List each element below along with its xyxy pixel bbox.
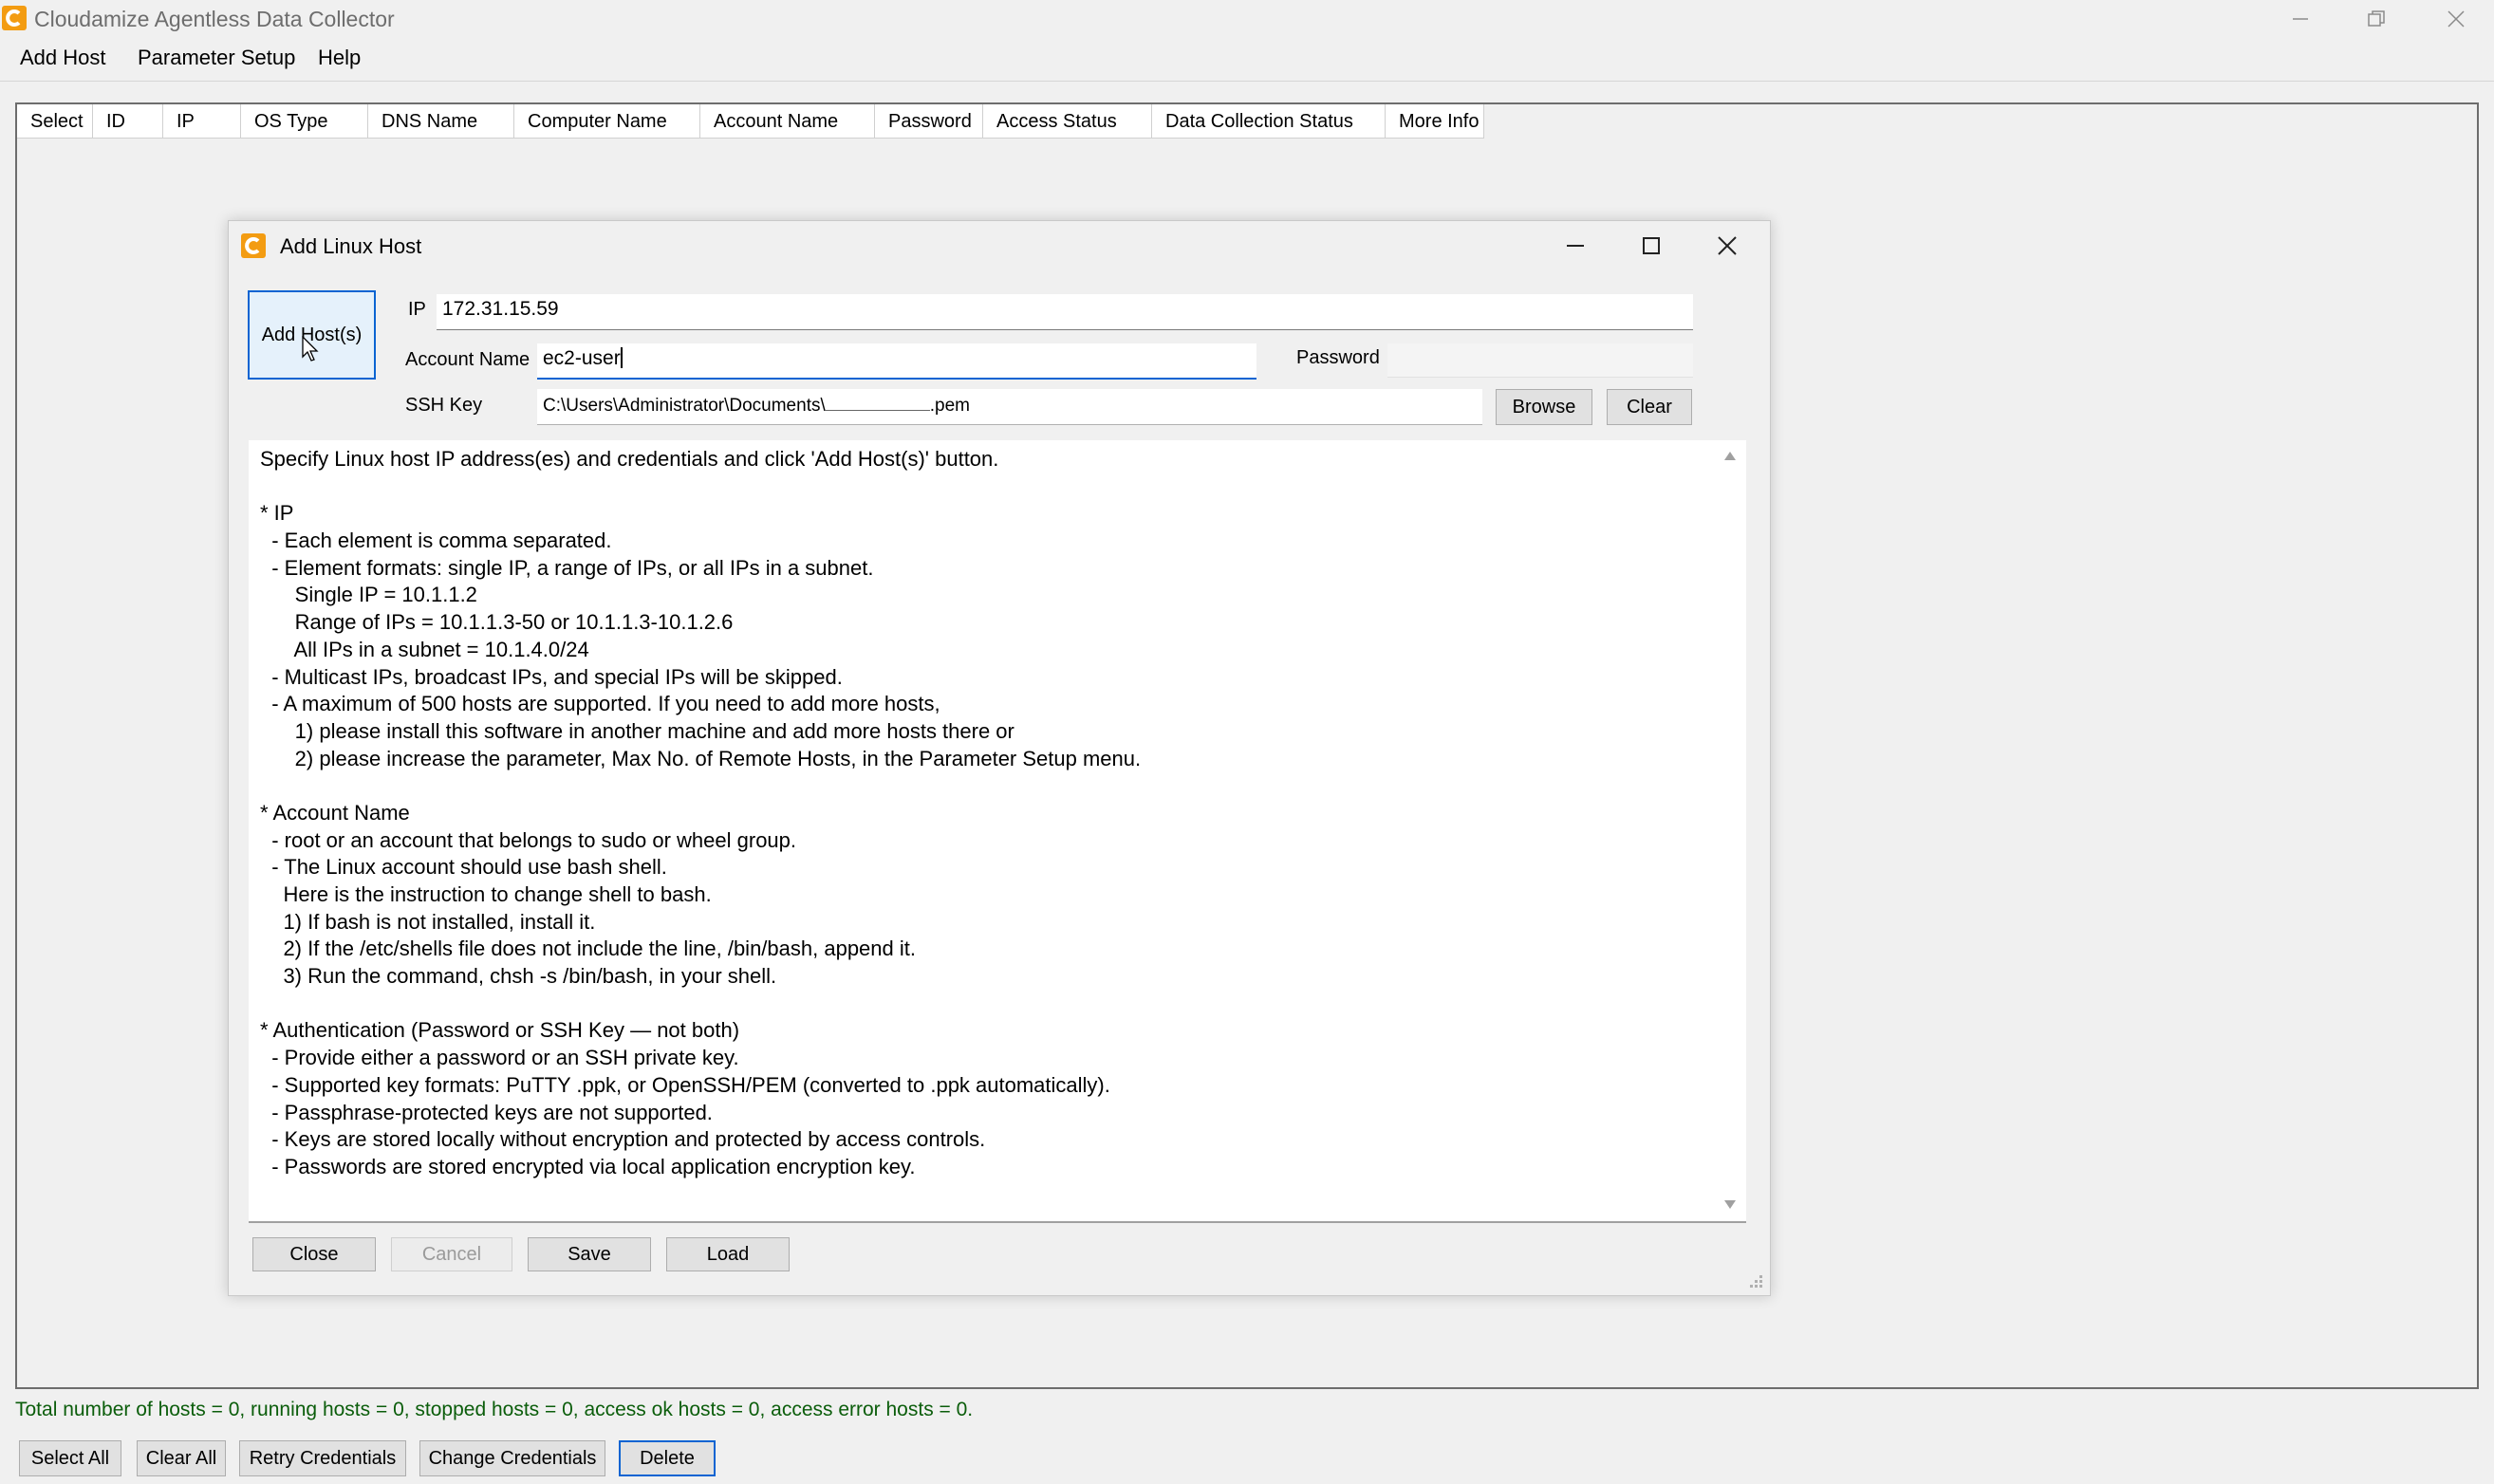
cancel-button[interactable]: Cancel (391, 1237, 512, 1271)
dialog-title: Add Linux Host (280, 234, 422, 258)
grid-header: Select ID IP OS Type DNS Name Computer N… (17, 104, 1484, 139)
column-access-status[interactable]: Access Status (983, 104, 1152, 139)
account-name-label: Account Name (405, 349, 530, 370)
change-credentials-button[interactable]: Change Credentials (419, 1440, 605, 1476)
column-data-collection-status[interactable]: Data Collection Status (1152, 104, 1386, 139)
ssh-key-path-input[interactable]: C:\Users\Administrator\Documents\ .pem (537, 389, 1482, 425)
window-title: Cloudamize Agentless Data Collector (34, 7, 395, 31)
password-input[interactable] (1387, 343, 1693, 378)
instruction-line: - Keys are stored locally without encryp… (260, 1127, 986, 1152)
redacted-filename (825, 397, 930, 411)
instruction-line: * IP (260, 501, 294, 526)
column-id[interactable]: ID (93, 104, 163, 139)
instruction-line: - Provide either a password or an SSH pr… (260, 1046, 739, 1070)
instruction-line: 2) If the /etc/shells file does not incl… (260, 937, 916, 961)
close-button[interactable]: Close (252, 1237, 376, 1271)
instruction-line: Specify Linux host IP address(es) and cr… (260, 447, 999, 471)
instruction-line: - The Linux account should use bash shel… (260, 855, 667, 880)
instruction-line (260, 473, 1141, 501)
menu-add-host[interactable]: Add Host (20, 46, 106, 70)
ip-input[interactable]: 172.31.15.59 (437, 294, 1693, 330)
instruction-line: - Element formats: single IP, a range of… (260, 555, 874, 580)
add-hosts-button[interactable]: Add Host(s) (248, 290, 376, 380)
instruction-line: 2) please increase the parameter, Max No… (260, 746, 1142, 770)
column-ip[interactable]: IP (163, 104, 241, 139)
instruction-line: - Passwords are stored encrypted via loc… (260, 1154, 916, 1178)
account-name-input[interactable]: ec2-user (537, 343, 1256, 380)
save-button[interactable]: Save (528, 1237, 651, 1271)
restore-icon[interactable] (2338, 0, 2414, 38)
ssh-key-path-suffix: .pem (929, 396, 970, 416)
close-icon[interactable] (2418, 0, 2494, 38)
password-label: Password (1296, 347, 1380, 368)
instruction-line (260, 772, 1141, 800)
ssh-key-path-prefix: C:\Users\Administrator\Documents\ (543, 396, 826, 416)
instruction-line: Single IP = 10.1.1.2 (260, 583, 477, 607)
vertical-scrollbar[interactable] (1714, 442, 1746, 1220)
instruction-line: * Authentication (Password or SSH Key — … (260, 1018, 740, 1043)
column-account-name[interactable]: Account Name (700, 104, 875, 139)
resize-grip-icon[interactable] (1746, 1271, 1765, 1290)
account-name-value: ec2-user (543, 347, 621, 369)
instruction-line: - root or an account that belongs to sud… (260, 827, 797, 852)
dialog-close-icon[interactable] (1694, 222, 1760, 269)
app-logo-icon (241, 233, 266, 258)
column-computer-name[interactable]: Computer Name (514, 104, 700, 139)
instruction-line: - Supported key formats: PuTTY .ppk, or … (260, 1072, 1110, 1097)
clear-all-button[interactable]: Clear All (137, 1440, 226, 1476)
column-password[interactable]: Password (875, 104, 983, 139)
instruction-line: * Account Name (260, 800, 410, 825)
instruction-line: - Multicast IPs, broadcast IPs, and spec… (260, 664, 843, 689)
retry-credentials-button[interactable]: Retry Credentials (239, 1440, 406, 1476)
text-cursor (620, 347, 623, 368)
instruction-line: 1) If bash is not installed, install it. (260, 909, 596, 934)
column-dns-name[interactable]: DNS Name (368, 104, 514, 139)
instruction-line: Range of IPs = 10.1.1.3-50 or 10.1.1.3-1… (260, 610, 734, 635)
instruction-line: Here is the instruction to change shell … (260, 882, 712, 906)
column-more-info[interactable]: More Info (1386, 104, 1484, 139)
instruction-line: 3) Run the command, chsh -s /bin/bash, i… (260, 964, 777, 989)
select-all-button[interactable]: Select All (19, 1440, 121, 1476)
load-button[interactable]: Load (666, 1237, 790, 1271)
mouse-cursor-icon (302, 336, 319, 362)
menu-bar (0, 42, 2494, 80)
ssh-key-label: SSH Key (405, 395, 483, 416)
instruction-line: 1) please install this software in anoth… (260, 718, 1014, 743)
instruction-line: - Passphrase-protected keys are not supp… (260, 1100, 713, 1124)
instruction-line: - Each element is comma separated. (260, 529, 612, 553)
clear-button[interactable]: Clear (1607, 389, 1692, 425)
app-logo-icon (2, 6, 27, 30)
menu-help[interactable]: Help (318, 46, 361, 70)
dialog-maximize-icon[interactable] (1618, 222, 1684, 269)
instruction-line: - A maximum of 500 hosts are supported. … (260, 692, 940, 716)
menu-divider (0, 81, 2494, 82)
column-os-type[interactable]: OS Type (241, 104, 368, 139)
browse-button[interactable]: Browse (1496, 389, 1592, 425)
instructions-text: Specify Linux host IP address(es) and cr… (260, 446, 1141, 1181)
minimize-icon[interactable] (2262, 0, 2338, 38)
dialog-minimize-icon[interactable] (1542, 222, 1609, 269)
menu-parameter-setup[interactable]: Parameter Setup (138, 46, 295, 70)
delete-button[interactable]: Delete (619, 1440, 716, 1476)
ip-label: IP (408, 299, 426, 320)
scroll-up-icon[interactable] (1723, 450, 1737, 461)
instruction-line: All IPs in a subnet = 10.1.4.0/24 (260, 637, 589, 661)
scroll-down-icon[interactable] (1723, 1199, 1737, 1211)
column-select[interactable]: Select (17, 104, 93, 139)
status-summary: Total number of hosts = 0, running hosts… (15, 1399, 974, 1420)
instruction-line (260, 991, 1141, 1018)
